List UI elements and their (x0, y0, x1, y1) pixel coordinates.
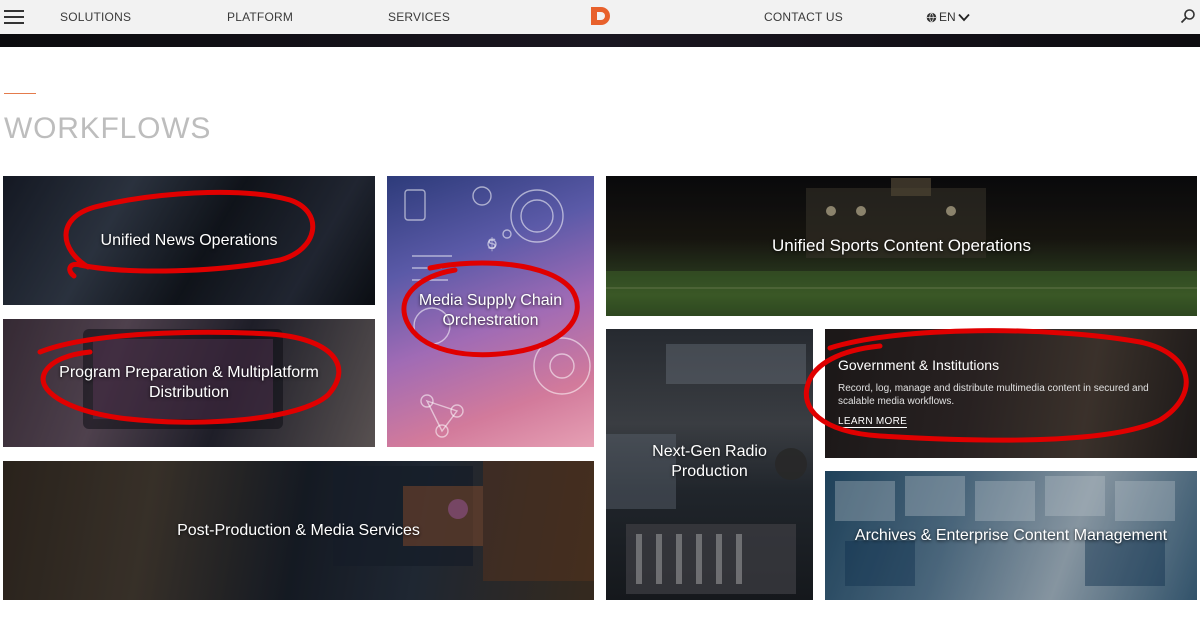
tile-government-institutions[interactable]: Government & Institutions Record, log, m… (825, 329, 1197, 458)
top-navigation-bar: SOLUTIONS PLATFORM SERVICES CONTACT US E… (0, 0, 1200, 34)
tile-next-gen-radio[interactable]: Next-Gen Radio Production (606, 329, 813, 600)
tile-label: Media Supply Chain Orchestration (418, 292, 563, 329)
tile-unified-sports-content[interactable]: Unified Sports Content Operations (606, 176, 1197, 316)
search-icon[interactable] (1180, 8, 1196, 24)
tile-government-content: Government & Institutions Record, log, m… (838, 357, 1178, 429)
svg-text:$: $ (487, 234, 497, 253)
tile-post-production[interactable]: Post-Production & Media Services (3, 461, 594, 600)
hamburger-menu-icon[interactable] (4, 9, 24, 25)
section-accent-line (4, 93, 36, 94)
tile-title: Government & Institutions (838, 357, 1000, 373)
tile-description: Record, log, manage and distribute multi… (838, 383, 1149, 407)
language-selector[interactable]: EN (926, 8, 970, 26)
tile-label: Archives & Enterprise Content Management (854, 526, 1168, 544)
nav-services[interactable]: SERVICES (388, 10, 450, 24)
globe-icon (926, 12, 937, 22)
tile-label: Unified News Operations (100, 231, 278, 249)
tile-label: Post-Production & Media Services (177, 521, 420, 539)
chevron-down-icon (958, 13, 970, 21)
nav-platform[interactable]: PLATFORM (227, 10, 293, 24)
tile-program-preparation[interactable]: Program Preparation & Multiplatform Dist… (3, 319, 375, 447)
learn-more-link[interactable]: LEARN MORE (838, 416, 908, 428)
dalet-logo-icon[interactable] (588, 5, 614, 27)
language-label: EN (939, 10, 956, 24)
hero-image-strip (0, 34, 1200, 47)
section-title: WORKFLOWS (4, 112, 212, 145)
tile-unified-news-operations[interactable]: Unified News Operations (3, 176, 375, 305)
tile-label: Program Preparation & Multiplatform Dist… (59, 364, 319, 401)
tile-label: Unified Sports Content Operations (772, 236, 1031, 255)
nav-contact-us[interactable]: CONTACT US (764, 10, 843, 24)
tile-media-supply-chain[interactable]: $ Media Supply Chain Orchestration (387, 176, 594, 447)
tile-archives-enterprise[interactable]: Archives & Enterprise Content Management (825, 471, 1197, 600)
tile-label: Next-Gen Radio Production (652, 443, 767, 480)
nav-solutions[interactable]: SOLUTIONS (60, 10, 131, 24)
